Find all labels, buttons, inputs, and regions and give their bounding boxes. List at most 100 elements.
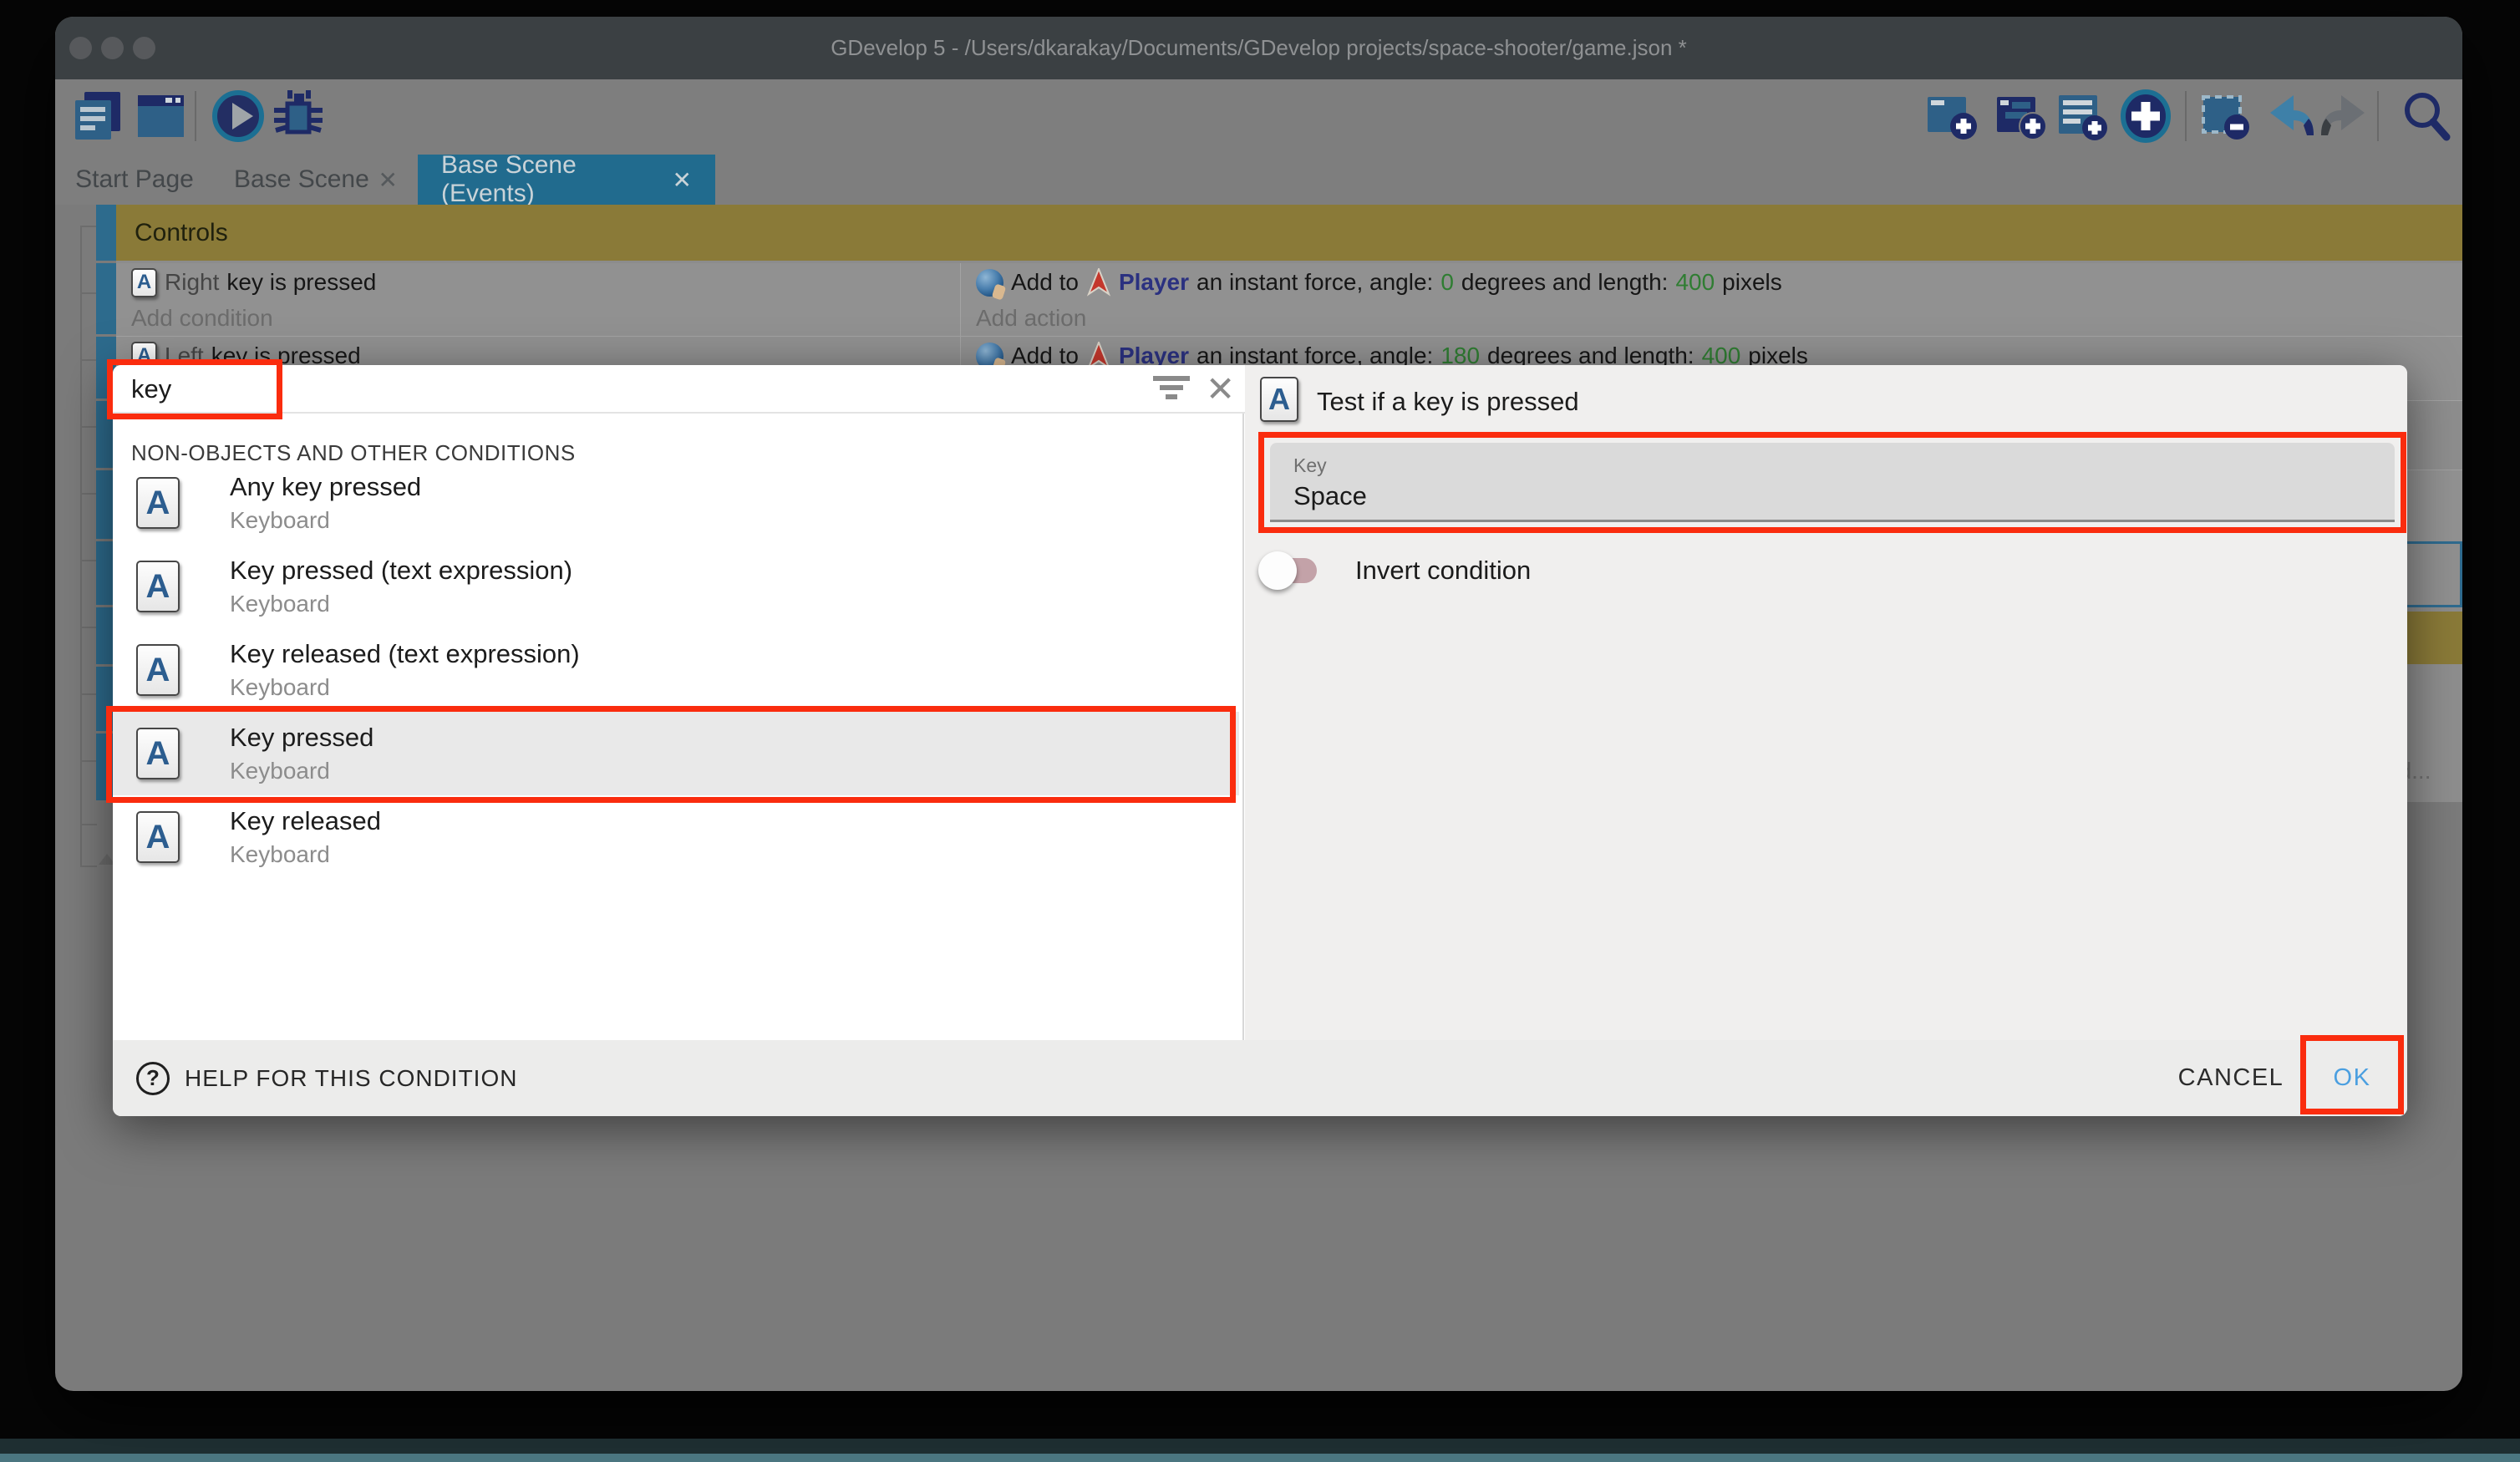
project-manager-icon[interactable] — [70, 89, 125, 144]
titlebar: GDevelop 5 - /Users/dkarakay/Documents/G… — [55, 17, 2462, 79]
action-text: an instant force, angle: — [1196, 269, 1433, 296]
list-item-key-released-text-expression[interactable]: A Key released (text expression) Keyboar… — [113, 628, 1239, 712]
action-add-force[interactable]: Add to Player an instant force, angle: 0… — [961, 263, 2462, 302]
event-tree-stub — [80, 627, 97, 628]
dialog-footer: ? HELP FOR THIS CONDITION CANCEL OK — [113, 1040, 2407, 1116]
tab-label: Base Scene — [234, 165, 369, 194]
item-subtitle: Keyboard — [230, 841, 330, 868]
invert-condition-toggle[interactable] — [1262, 556, 1317, 585]
tab-label: Base Scene (Events) — [441, 151, 673, 208]
action-text: degrees and length: — [1461, 269, 1669, 296]
list-item-key-pressed[interactable]: A Key pressed Keyboard — [113, 712, 1239, 795]
action-text: Add to — [1011, 269, 1079, 296]
event-tree-stub — [80, 226, 97, 227]
key-field-value: Space — [1293, 481, 1367, 511]
help-icon: ? — [136, 1062, 170, 1095]
scene-editor-icon[interactable] — [134, 89, 189, 144]
event-tree-stub — [80, 866, 97, 867]
event-selection-bar[interactable] — [96, 263, 116, 334]
item-title: Any key pressed — [230, 472, 421, 502]
list-item-any-key-pressed[interactable]: A Any key pressed Keyboard — [113, 461, 1239, 545]
add-condition-button[interactable]: Add condition — [116, 302, 960, 335]
list-item-key-released[interactable]: A Key released Keyboard — [113, 795, 1239, 879]
event-selection-bar[interactable] — [96, 205, 116, 261]
invert-condition-row: Invert condition — [1262, 554, 1531, 587]
condition-list-panel: ✕ NON-OBJECTS AND OTHER CONDITIONS A Any… — [113, 365, 1245, 1040]
tabbar: Start Page Base Scene ✕ Base Scene (Even… — [55, 153, 2462, 205]
window-close-button[interactable] — [69, 37, 92, 59]
item-subtitle: Keyboard — [230, 591, 330, 617]
keyboard-icon: A — [136, 811, 180, 863]
keyboard-icon: A — [136, 477, 180, 529]
event-tree-stub — [80, 493, 97, 495]
keyboard-icon: A — [136, 728, 180, 779]
keyboard-icon: A — [136, 644, 180, 696]
condition-title: Test if a key is pressed — [1317, 387, 1579, 417]
add-anything-icon[interactable] — [2118, 89, 2173, 144]
item-subtitle: Keyboard — [230, 507, 330, 534]
tab-start-page[interactable]: Start Page — [55, 155, 214, 205]
event1-conditions-cell[interactable]: A Right key is pressed Add condition — [116, 263, 961, 337]
debug-icon[interactable] — [271, 89, 326, 144]
key-field[interactable]: Key Space — [1270, 443, 2395, 522]
window-minimize-button[interactable] — [101, 37, 124, 59]
undo-icon[interactable] — [2260, 89, 2315, 144]
help-button[interactable]: ? HELP FOR THIS CONDITION — [136, 1040, 517, 1116]
close-tab-icon[interactable]: ✕ — [379, 166, 398, 194]
search-row: ✕ — [113, 365, 1245, 414]
item-title: Key pressed (text expression) — [230, 556, 572, 586]
toggle-thumb[interactable] — [1258, 551, 1297, 590]
list-item-key-pressed-text-expression[interactable]: A Key pressed (text expression) Keyboard — [113, 545, 1239, 628]
add-comment-icon[interactable] — [2055, 89, 2111, 144]
tab-base-scene[interactable]: Base Scene ✕ — [214, 155, 418, 205]
search-input[interactable] — [131, 370, 883, 409]
item-subtitle: Keyboard — [230, 674, 330, 701]
toolbar-separator — [2377, 91, 2379, 141]
filter-icon[interactable] — [1153, 376, 1190, 403]
object-name: Player — [1119, 269, 1189, 296]
add-action-button[interactable]: Add action — [961, 302, 2462, 335]
app-window: GDevelop 5 - /Users/dkarakay/Documents/G… — [55, 17, 2462, 1391]
toolbar-separator — [195, 91, 196, 141]
add-subevent-icon[interactable] — [1994, 89, 2049, 144]
tab-base-scene-events[interactable]: Base Scene (Events) ✕ — [418, 155, 715, 205]
close-icon[interactable]: ✕ — [1206, 368, 1235, 409]
help-label: HELP FOR THIS CONDITION — [185, 1065, 517, 1092]
event-tree-stub — [80, 824, 97, 825]
event-tree-stub — [80, 560, 97, 561]
play-icon[interactable] — [211, 89, 266, 144]
event1-actions-cell[interactable]: Add to Player an instant force, angle: 0… — [961, 263, 2462, 337]
event-tree-stub — [80, 292, 97, 294]
force-icon — [976, 269, 1003, 297]
window-zoom-button[interactable] — [133, 37, 155, 59]
panel-divider — [1242, 414, 1244, 1040]
item-title: Key released (text expression) — [230, 639, 580, 669]
condition-param: Right — [165, 269, 219, 296]
event-tree-stub — [80, 693, 97, 695]
item-title: Key pressed — [230, 723, 373, 753]
window-title: GDevelop 5 - /Users/dkarakay/Documents/G… — [831, 35, 1687, 61]
close-tab-icon[interactable]: ✕ — [673, 166, 692, 194]
player-object-icon — [1086, 268, 1111, 297]
comment-text: Controls — [135, 219, 228, 247]
tab-label: Start Page — [75, 165, 194, 194]
toolbar — [55, 79, 2462, 153]
delete-event-icon[interactable] — [2198, 89, 2253, 144]
comment-row-controls[interactable]: Controls — [116, 205, 2462, 261]
invert-condition-label: Invert condition — [1355, 556, 1531, 586]
action-text: pixels — [1722, 269, 1782, 296]
redo-icon[interactable] — [2319, 89, 2375, 144]
keyboard-icon: A — [1260, 377, 1298, 422]
ok-button[interactable]: OK — [2306, 1040, 2398, 1116]
condition-text: key is pressed — [226, 269, 376, 296]
add-event-icon[interactable] — [1924, 89, 1979, 144]
search-events-icon[interactable] — [2400, 89, 2455, 144]
cancel-button[interactable]: CANCEL — [2177, 1040, 2285, 1116]
event-tree-stub — [80, 359, 97, 361]
item-subtitle: Keyboard — [230, 758, 330, 784]
keyboard-icon: A — [136, 561, 180, 612]
keyboard-icon: A — [131, 268, 157, 297]
condition-right-key[interactable]: A Right key is pressed — [116, 263, 960, 302]
desktop-edge-line — [0, 1454, 2520, 1462]
condition-detail-panel: A Test if a key is pressed Key Space Inv… — [1245, 365, 2407, 1040]
